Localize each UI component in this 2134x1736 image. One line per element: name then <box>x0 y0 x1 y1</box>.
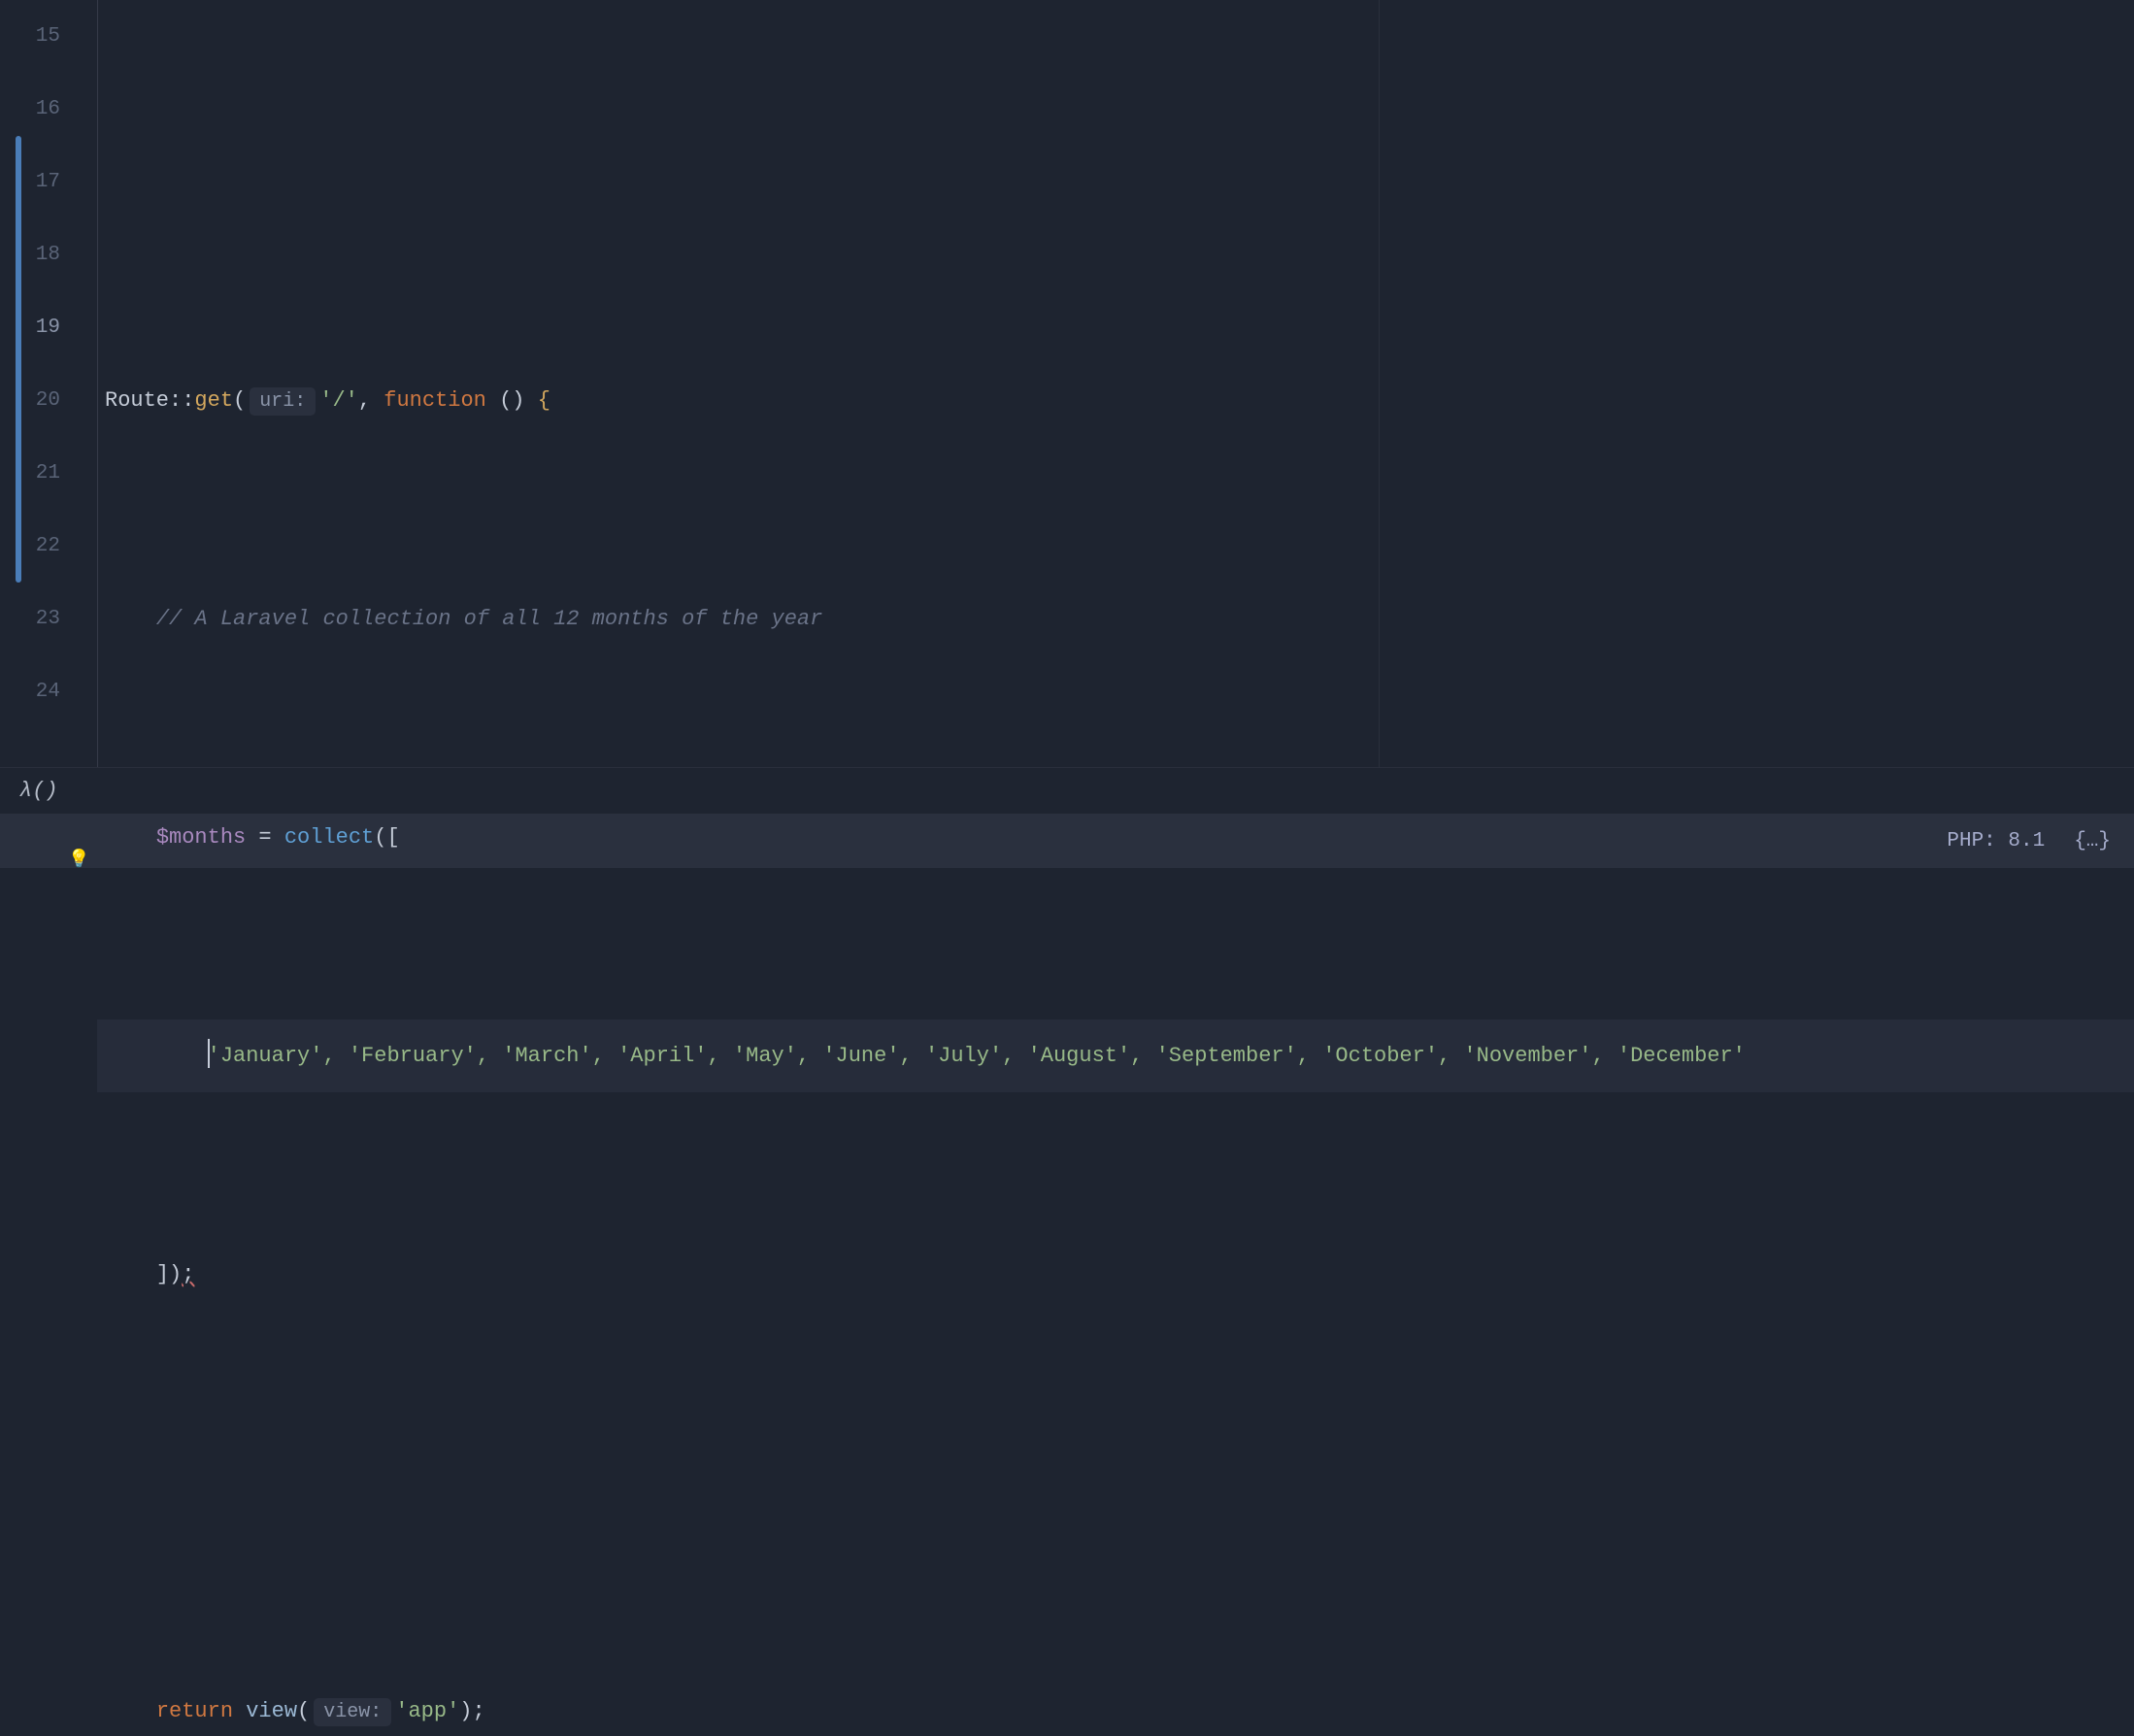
code-line[interactable] <box>97 1456 2134 1529</box>
paren-token: ( <box>233 388 246 413</box>
keyword-token: return <box>156 1699 233 1723</box>
lightbulb-icon[interactable]: 💡 <box>68 824 89 897</box>
code-line[interactable]: Route::get(uri:'/', function () { <box>97 364 2134 437</box>
line-number[interactable]: 24 <box>0 655 60 728</box>
inlay-hint: uri: <box>250 387 316 416</box>
editor-container: 15 16 17 18 19 20 21 22 23 24 Route::get… <box>0 0 2134 767</box>
sep-token: :: <box>169 388 194 413</box>
code-line[interactable]: // A Laravel collection of all 12 months… <box>97 583 2134 655</box>
line-number[interactable]: 17 <box>0 146 60 218</box>
code-line[interactable]: return view(view:'app'); <box>97 1675 2134 1736</box>
class-token: Route <box>105 388 169 413</box>
line-number-gutter[interactable]: 15 16 17 18 19 20 21 22 23 24 <box>0 0 97 767</box>
line-number[interactable]: 23 <box>0 583 60 655</box>
change-indicator-bar <box>16 136 21 583</box>
inlay-hint: view: <box>314 1698 391 1726</box>
line-number[interactable]: 15 <box>0 0 60 73</box>
code-line-current[interactable]: 'January', 'February', 'March', 'April',… <box>97 1019 2134 1092</box>
function-token: collect <box>284 825 374 850</box>
space <box>525 388 538 413</box>
op-token: = <box>246 825 284 850</box>
brace-token: { <box>538 388 550 413</box>
comment-token: // A Laravel collection of all 12 months… <box>156 607 823 631</box>
line-number-current[interactable]: 19 <box>0 291 60 364</box>
method-token: get <box>194 388 233 413</box>
keyword-token: function <box>383 388 486 413</box>
paren-token: ); <box>459 1699 484 1723</box>
parens-token: () <box>499 388 524 413</box>
string-token: 'January', 'February', 'March', 'April',… <box>208 1044 1746 1068</box>
code-area[interactable]: Route::get(uri:'/', function () { // A L… <box>97 0 2134 767</box>
paren-token: ( <box>297 1699 310 1723</box>
variable-token: $months <box>156 825 246 850</box>
space <box>233 1699 246 1723</box>
breadcrumb-lambda[interactable]: λ() <box>19 779 58 803</box>
space <box>486 388 499 413</box>
code-line[interactable] <box>97 146 2134 218</box>
string-token: 'app' <box>395 1699 459 1723</box>
function-token: view <box>246 1699 297 1723</box>
line-number[interactable]: 18 <box>0 218 60 291</box>
error-squiggle: ; <box>182 1262 194 1286</box>
comma-token: , <box>358 388 383 413</box>
code-line[interactable]: ]); <box>97 1238 2134 1311</box>
line-number[interactable]: 20 <box>0 364 60 437</box>
line-number[interactable]: 21 <box>0 437 60 510</box>
text-cursor <box>208 1039 210 1068</box>
string-token: '/' <box>319 388 358 413</box>
line-number[interactable]: 16 <box>0 73 60 146</box>
code-line[interactable]: 💡 $months = collect([ <box>97 801 2134 874</box>
line-number[interactable]: 22 <box>0 510 60 583</box>
bracket-token: ([ <box>374 825 399 850</box>
bracket-token: ]) <box>156 1262 182 1286</box>
